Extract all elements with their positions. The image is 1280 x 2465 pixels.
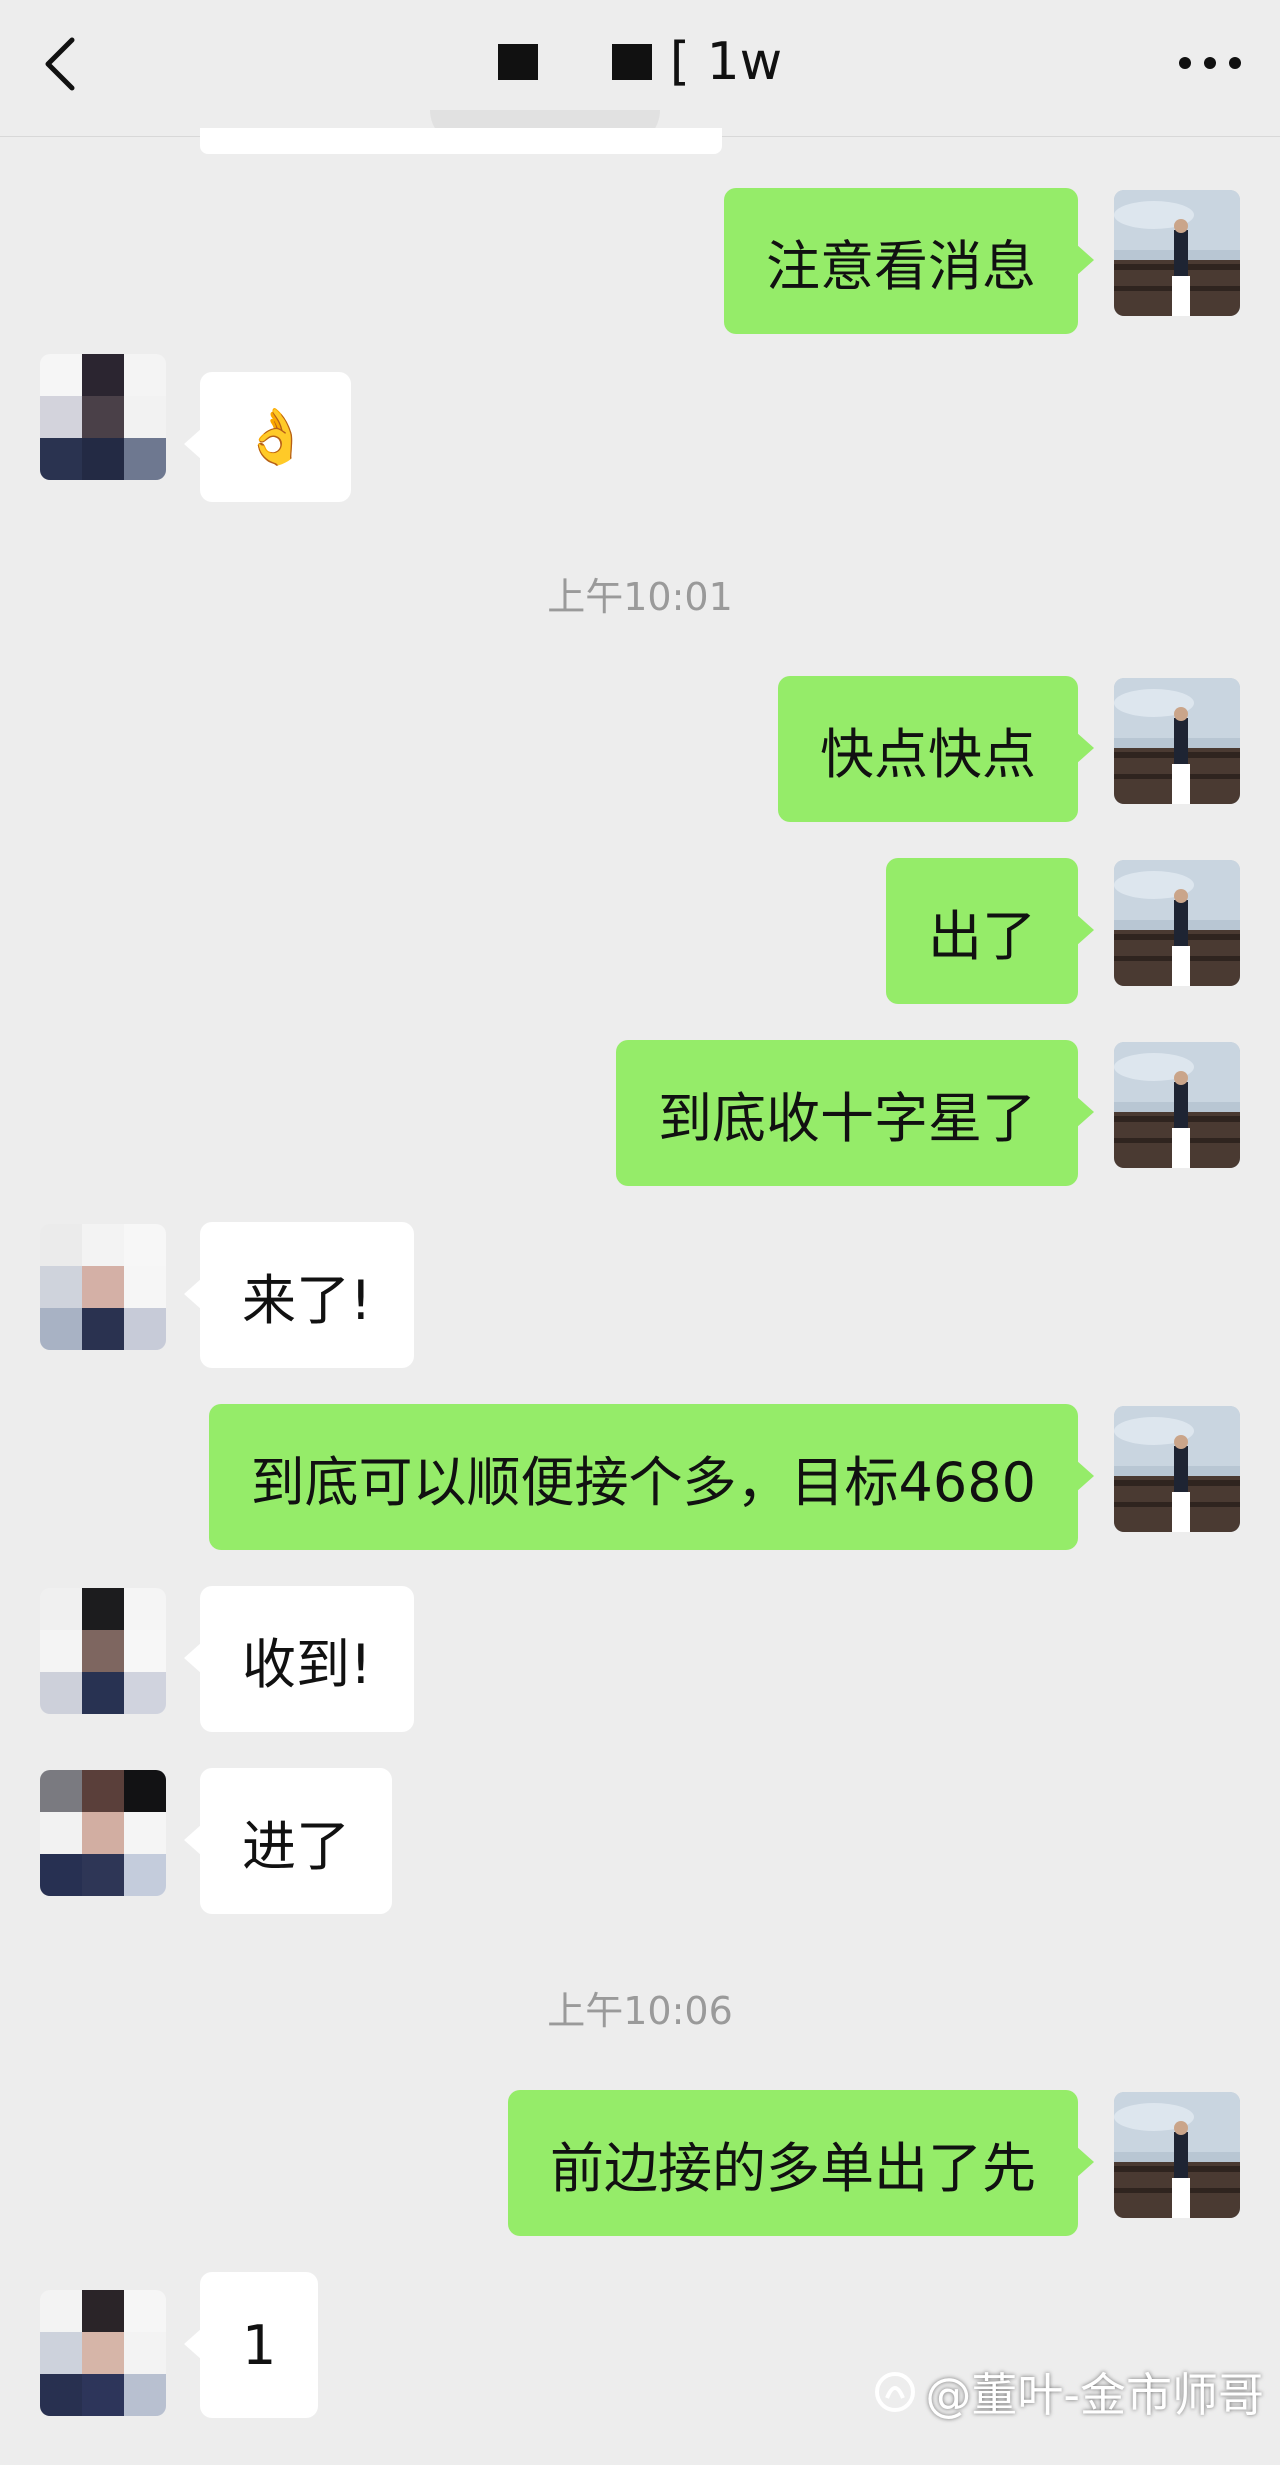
partial-message-bubble	[200, 128, 722, 154]
watermark: @董叶-金市师哥	[873, 2359, 1264, 2425]
my-avatar[interactable]	[1114, 678, 1240, 804]
more-dots-icon[interactable]	[1178, 56, 1242, 70]
redacted-block	[497, 44, 538, 80]
my-avatar[interactable]	[1114, 1406, 1240, 1532]
chat-title-text: [ 1w	[669, 32, 783, 92]
contact-message-bubble[interactable]: 收到!	[184, 1586, 414, 1732]
chat-title: [ 1w	[0, 30, 1280, 94]
my-message-bubble[interactable]: 到底收十字星了	[616, 1040, 1094, 1186]
contact-message-bubble[interactable]: 1	[183, 2272, 319, 2418]
my-avatar[interactable]	[1114, 190, 1240, 316]
timestamp: 上午10:01	[547, 575, 733, 619]
my-avatar[interactable]	[1114, 2092, 1240, 2218]
contact-avatar[interactable]	[40, 1770, 166, 1896]
my-avatar[interactable]	[1114, 860, 1240, 986]
my-message-bubble[interactable]: 到底可以顺便接个多，目标4680	[208, 1404, 1095, 1550]
timestamp: 上午10:06	[547, 1989, 733, 2033]
redacted-block	[611, 44, 652, 80]
my-message-bubble[interactable]: 前边接的多单出了先	[508, 2090, 1094, 2236]
contact-message-bubble[interactable]: 👌	[183, 372, 352, 502]
my-message-bubble[interactable]: 出了	[886, 858, 1094, 1004]
contact-avatar[interactable]	[40, 1588, 166, 1714]
my-message-bubble[interactable]: 快点快点	[778, 676, 1094, 822]
contact-avatar[interactable]	[40, 2290, 166, 2416]
watermark-text: @董叶-金市师哥	[925, 2368, 1264, 2422]
contact-avatar[interactable]	[40, 1224, 166, 1350]
contact-avatar[interactable]	[40, 354, 166, 480]
my-message-bubble[interactable]: 注意看消息	[724, 188, 1094, 334]
contact-message-bubble[interactable]: 来了!	[184, 1222, 414, 1368]
contact-message-bubble[interactable]: 进了	[184, 1768, 392, 1914]
zhihu-logo-icon	[875, 2372, 916, 2412]
my-avatar[interactable]	[1114, 1042, 1240, 1168]
